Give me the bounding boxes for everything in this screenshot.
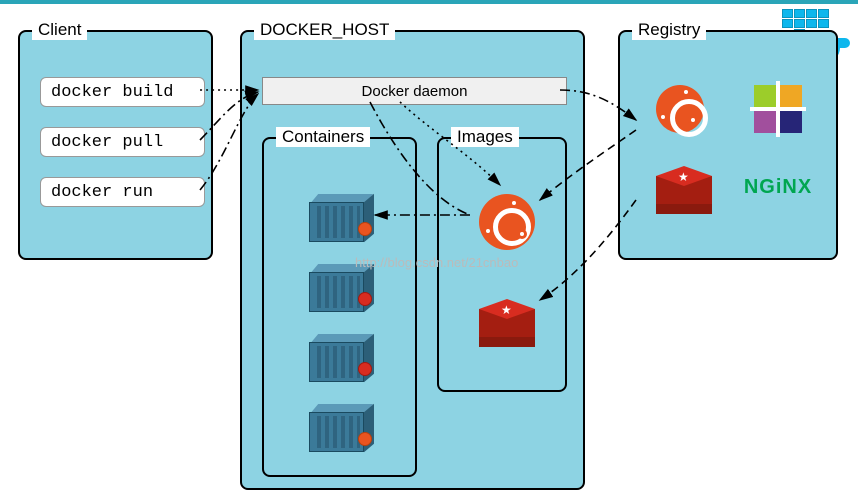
redis-registry-icon: ★ xyxy=(656,166,704,208)
container-icon xyxy=(309,264,374,314)
nginx-registry-icon: NGiNX xyxy=(744,176,812,199)
client-panel: Client docker build docker pull docker r… xyxy=(18,30,213,260)
watermark-text: http://blog.csdn.net/21cnbao xyxy=(355,255,518,270)
container-icon xyxy=(309,404,374,454)
containers-title: Containers xyxy=(276,127,370,147)
top-accent-bar xyxy=(0,0,858,4)
cmd-docker-build: docker build xyxy=(40,77,205,107)
centos-registry-icon xyxy=(750,81,806,137)
ubuntu-registry-icon xyxy=(656,85,704,133)
host-title: DOCKER_HOST xyxy=(254,20,395,40)
containers-panel: Containers xyxy=(262,137,417,477)
cmd-docker-pull: docker pull xyxy=(40,127,205,157)
docker-daemon-box: Docker daemon xyxy=(262,77,567,105)
registry-panel: Registry ★ NGiNX xyxy=(618,30,838,260)
ubuntu-image-icon xyxy=(479,194,535,250)
registry-title: Registry xyxy=(632,20,706,40)
images-title: Images xyxy=(451,127,519,147)
cmd-docker-run: docker run xyxy=(40,177,205,207)
client-title: Client xyxy=(32,20,87,40)
redis-image-icon: ★ xyxy=(479,299,535,347)
container-icon xyxy=(309,194,374,244)
container-icon xyxy=(309,334,374,384)
